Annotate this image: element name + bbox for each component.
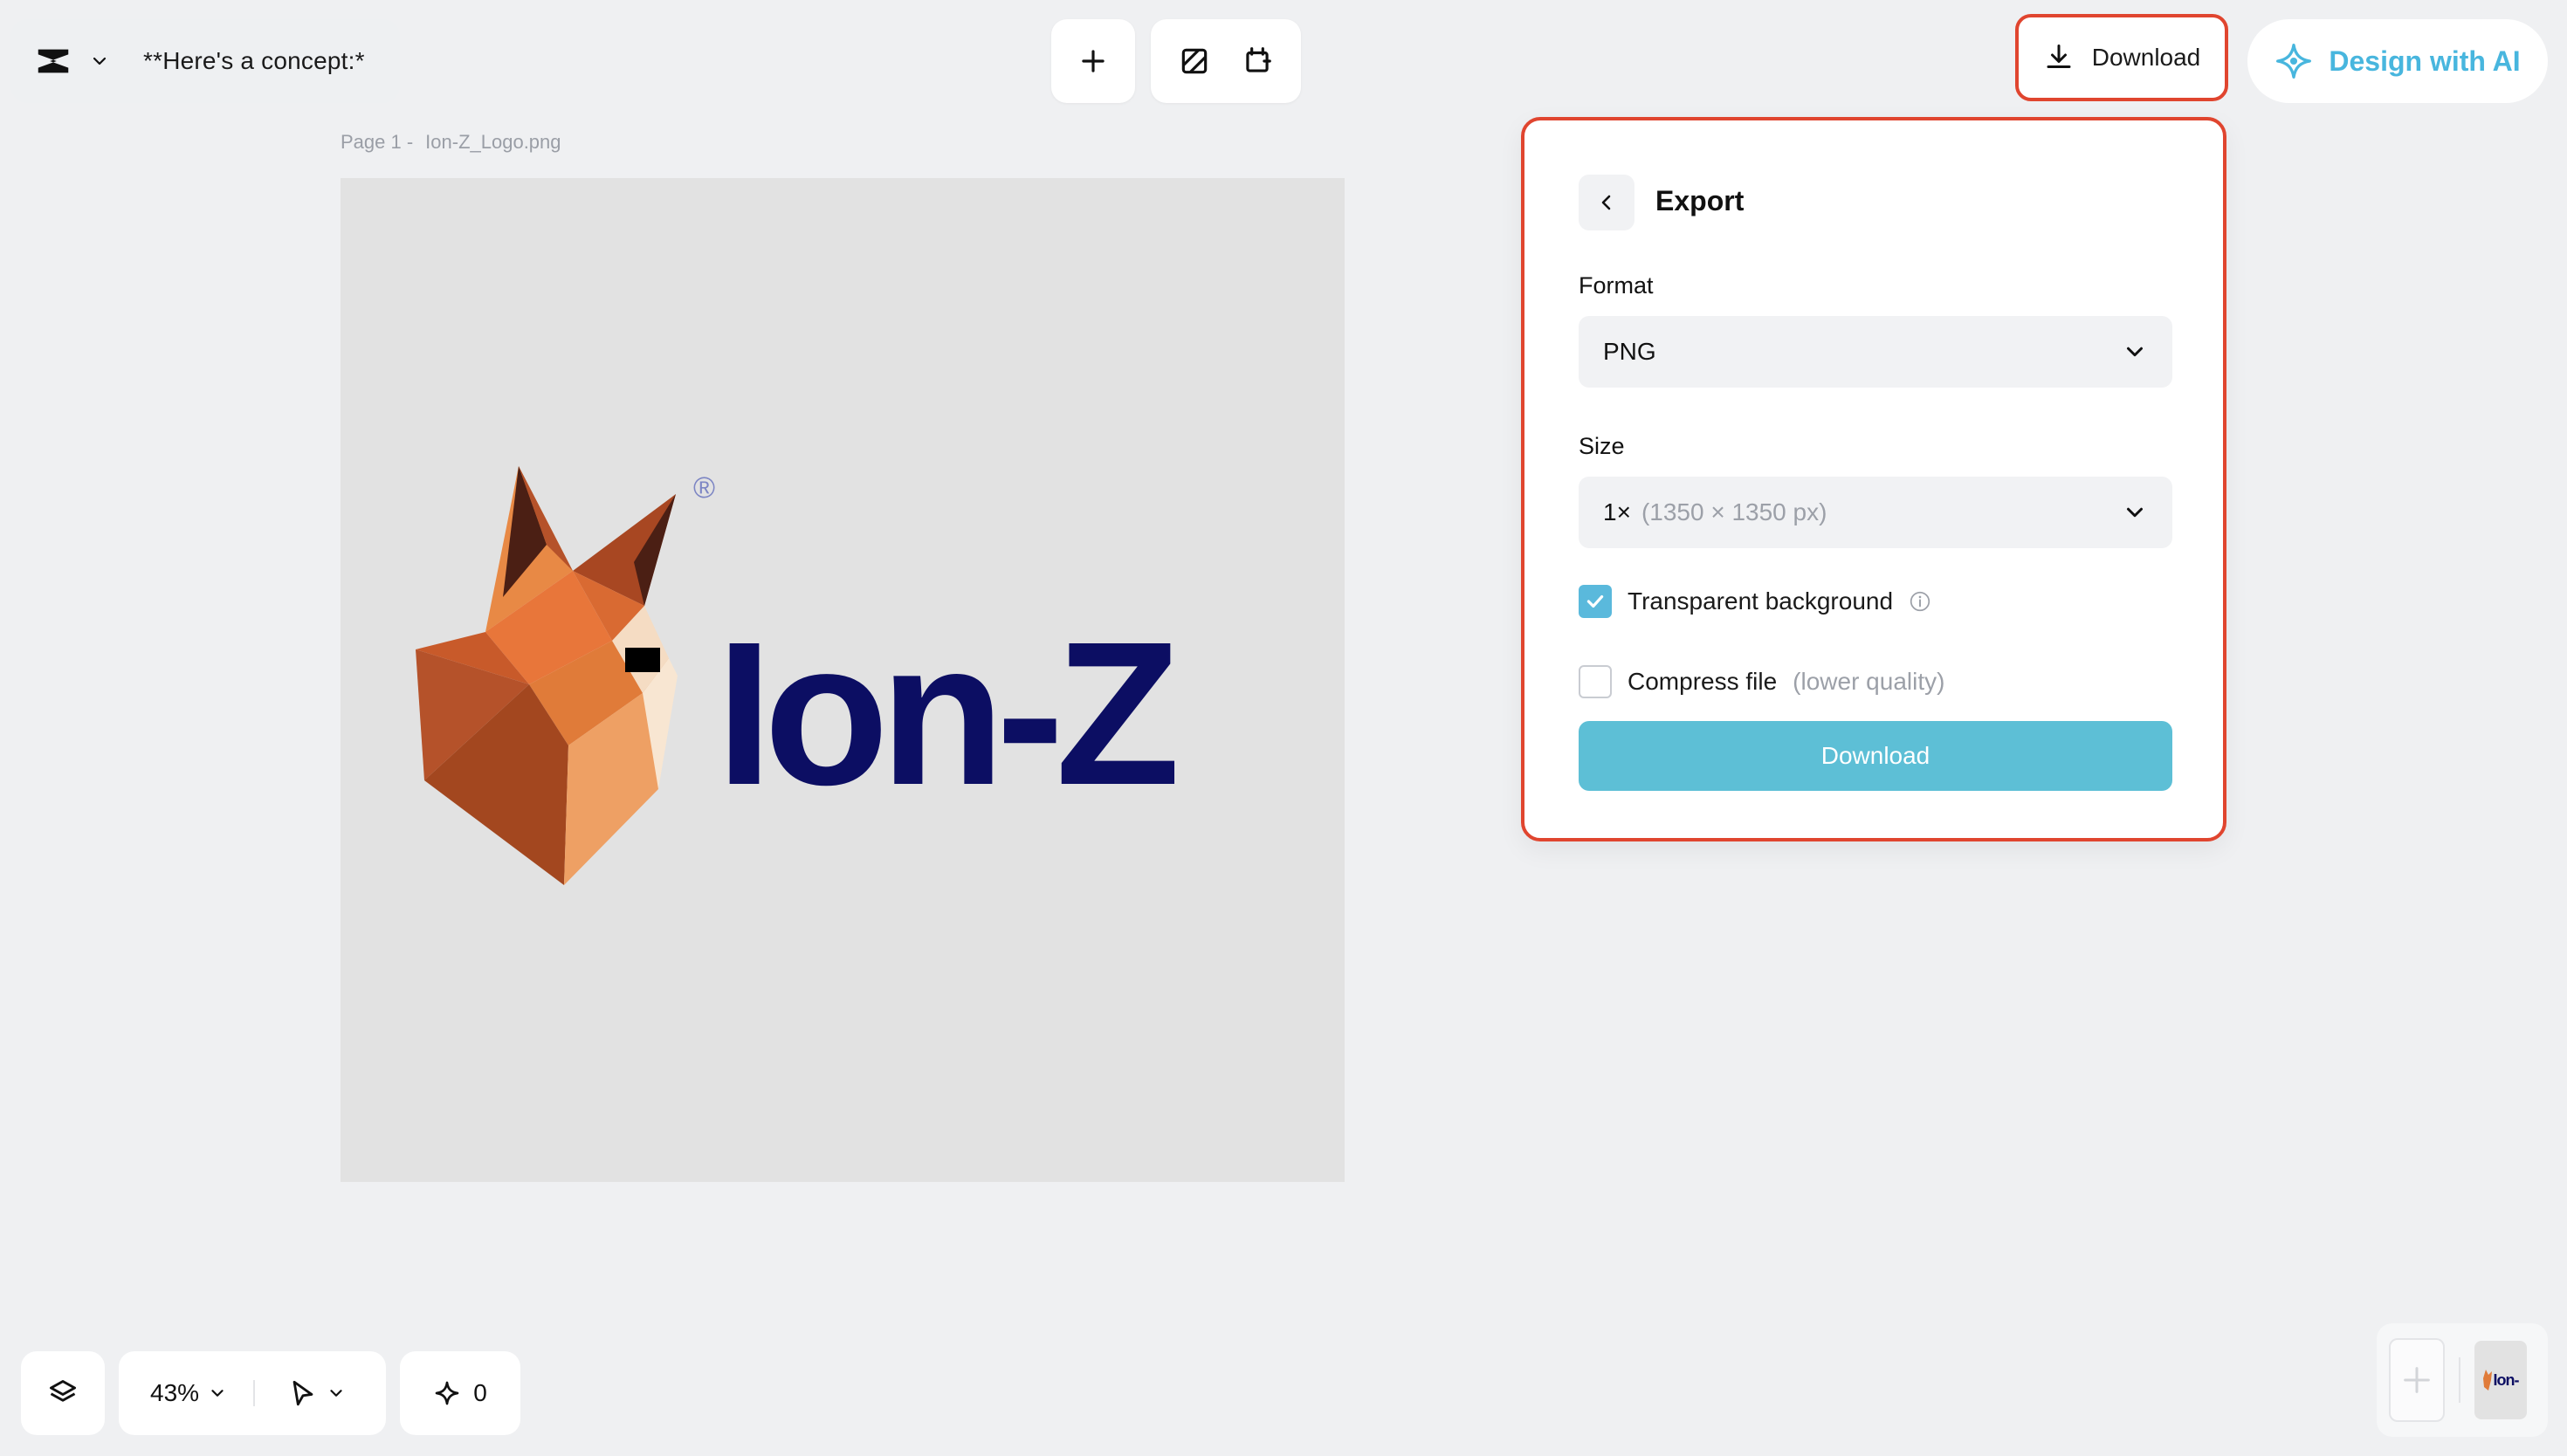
chevron-down-icon[interactable]	[327, 1384, 346, 1403]
back-chevron-icon	[1601, 195, 1611, 210]
ai-sparkle-icon	[2276, 44, 2312, 79]
export-title: Export	[1655, 185, 1745, 216]
sparkle-icon	[435, 1381, 459, 1405]
compress-file-checkbox[interactable]	[1579, 665, 1612, 698]
download-button-label: Download	[2091, 44, 2201, 71]
page-thumbnail[interactable]: Ion-	[2474, 1341, 2527, 1419]
chevron-down-icon	[2127, 347, 2143, 357]
plus-icon	[1082, 50, 1105, 72]
transparent-background-checkbox[interactable]	[1579, 585, 1612, 618]
info-icon[interactable]	[1909, 590, 1931, 613]
layers-button[interactable]	[21, 1351, 105, 1435]
zoom-level[interactable]: 43%	[150, 1379, 199, 1407]
size-value: 1×	[1603, 498, 1631, 525]
ai-credits-count: 0	[473, 1379, 487, 1406]
format-value: PNG	[1603, 338, 1656, 365]
export-download-button[interactable]: Download	[1579, 721, 2172, 791]
layers-icon	[50, 1380, 76, 1402]
compress-file-hint: (lower quality)	[1793, 668, 1945, 695]
fox-logo-icon[interactable]	[416, 466, 692, 885]
size-label: Size	[1579, 433, 1625, 459]
capcut-logo-icon[interactable]	[33, 41, 73, 81]
logo-wordmark[interactable]: Ion-Z	[716, 611, 1180, 815]
transparent-background-label: Transparent background	[1628, 587, 1894, 615]
project-menu[interactable]: **Here's a concept:*	[10, 19, 400, 103]
compress-file-option[interactable]: Compress file (lower quality)	[1579, 665, 1944, 698]
export-panel: Export Format PNG Size 1× (1350 × 1350 p…	[1521, 117, 2226, 841]
divider	[253, 1380, 256, 1406]
page-number: Page 1 -	[341, 131, 414, 153]
chevron-down-icon[interactable]	[208, 1384, 227, 1403]
size-detail: (1350 × 1350 px)	[1641, 498, 1827, 525]
add-button[interactable]	[1051, 19, 1135, 103]
design-with-ai-label: Design with AI	[2329, 45, 2521, 77]
zoom-controls: 43%	[119, 1351, 386, 1435]
chevron-down-icon	[2127, 507, 2143, 518]
fox-thumbnail-icon	[2482, 1370, 2492, 1391]
plus-icon	[2404, 1367, 2430, 1393]
document-title[interactable]: **Here's a concept:*	[143, 47, 365, 75]
file-name: Ion-Z_Logo.png	[425, 131, 561, 153]
ai-credits-button[interactable]: 0	[400, 1351, 520, 1435]
thumbnail-wordmark: Ion-	[2493, 1370, 2520, 1389]
back-button[interactable]	[1579, 175, 1634, 230]
pointer-icon[interactable]	[288, 1378, 318, 1408]
download-button[interactable]: Download	[2015, 14, 2228, 101]
page-label: Page 1 - Ion-Z_Logo.png	[341, 131, 561, 154]
divider	[2459, 1357, 2460, 1403]
transparent-background-option[interactable]: Transparent background	[1579, 585, 1931, 618]
canvas-tools	[1151, 19, 1301, 103]
size-select[interactable]: 1× (1350 × 1350 px)	[1579, 477, 2172, 548]
add-page-button[interactable]	[2389, 1338, 2445, 1422]
registered-mark: ®	[693, 471, 716, 505]
resize-icon[interactable]	[1178, 45, 1211, 78]
format-label: Format	[1579, 272, 1654, 299]
compress-file-label: Compress file	[1628, 668, 1778, 695]
design-with-ai-button[interactable]: Design with AI	[2247, 19, 2548, 103]
chevron-down-icon[interactable]	[89, 51, 110, 72]
format-select[interactable]: PNG	[1579, 316, 2172, 388]
crop-icon[interactable]	[1241, 45, 1274, 78]
check-icon	[1586, 594, 1604, 608]
pages-panel: Ion-	[2377, 1323, 2548, 1437]
download-icon	[2047, 45, 2071, 68]
